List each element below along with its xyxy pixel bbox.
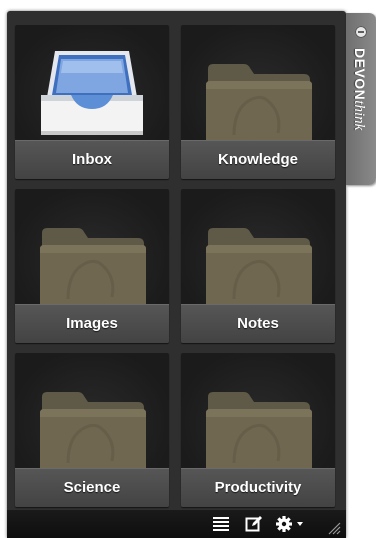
devonthink-logo: DEVONthink: [351, 48, 368, 131]
database-tile-notes[interactable]: Notes: [181, 189, 335, 343]
minus-circle-icon[interactable]: [355, 26, 367, 38]
folder-icon: [204, 226, 314, 311]
database-tile-inbox[interactable]: Inbox: [15, 25, 169, 179]
database-tile-science[interactable]: Science: [15, 353, 169, 507]
database-label: Knowledge: [181, 140, 335, 179]
resize-grip-icon[interactable]: [327, 519, 341, 537]
gear-menu-icon[interactable]: [275, 515, 307, 533]
database-panel: Inbox Knowledge Images Notes Science Pro…: [7, 11, 346, 538]
database-label: Productivity: [181, 468, 335, 507]
database-label: Inbox: [15, 140, 169, 179]
compose-icon[interactable]: [245, 515, 263, 533]
database-tile-knowledge[interactable]: Knowledge: [181, 25, 335, 179]
list-icon[interactable]: [212, 515, 230, 533]
database-label: Images: [15, 304, 169, 343]
folder-icon: [204, 62, 314, 147]
folder-icon: [204, 390, 314, 475]
database-label: Science: [15, 468, 169, 507]
folder-icon: [38, 226, 148, 311]
database-label: Notes: [181, 304, 335, 343]
devonthink-tab[interactable]: DEVONthink: [346, 13, 376, 185]
database-tile-images[interactable]: Images: [15, 189, 169, 343]
folder-icon: [38, 390, 148, 475]
database-tile-productivity[interactable]: Productivity: [181, 353, 335, 507]
bottom-toolbar: [7, 510, 346, 538]
inbox-tray-icon: [41, 51, 143, 135]
